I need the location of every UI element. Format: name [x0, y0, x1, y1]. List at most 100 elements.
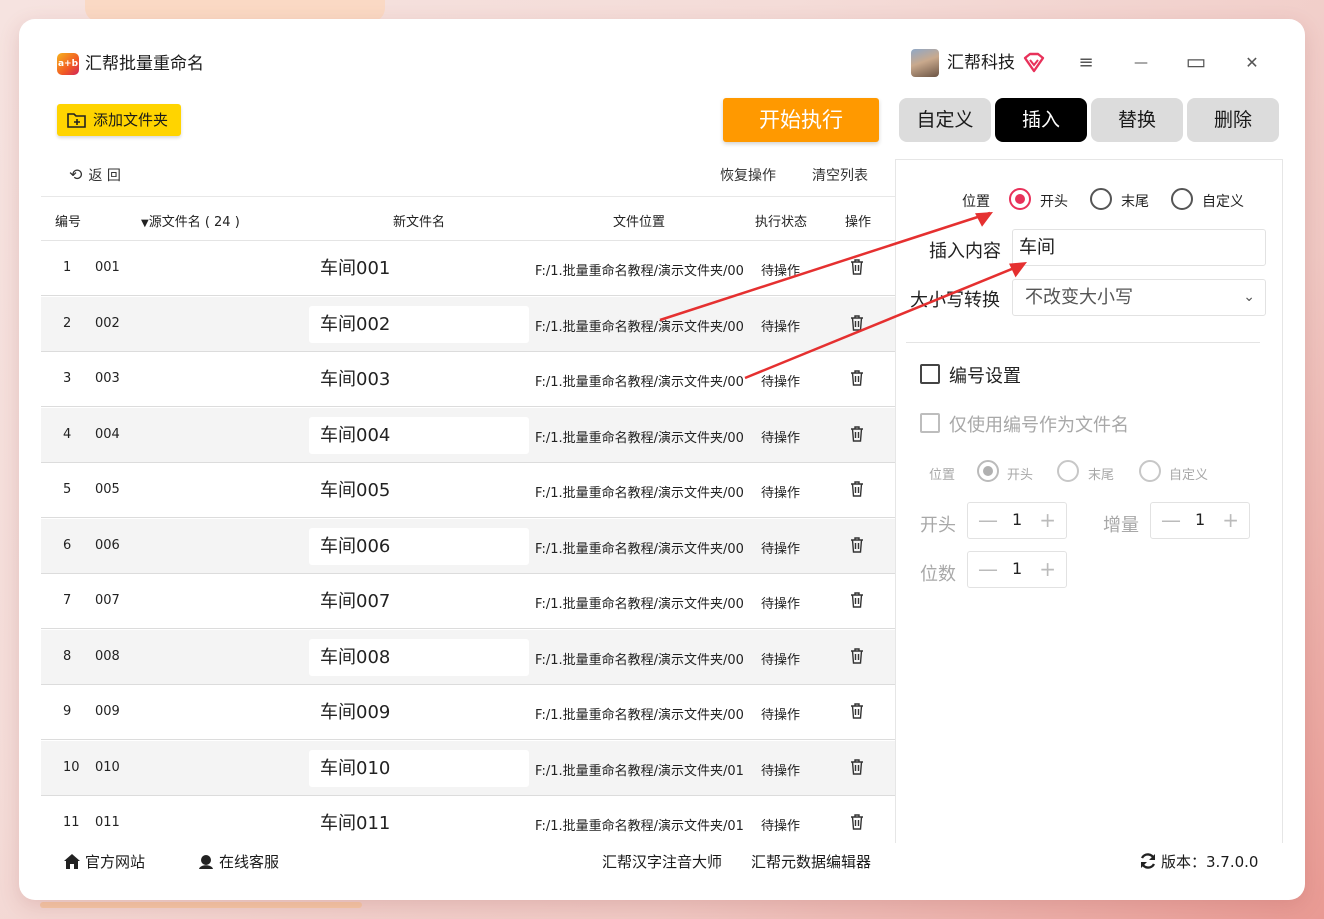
num-position-custom-radio[interactable] — [1139, 460, 1161, 482]
trash-icon[interactable] — [849, 591, 865, 609]
num-position-end-radio[interactable] — [1057, 460, 1079, 482]
table-row[interactable]: 1 001 车间001 F:/1.批量重命名教程/演示文件夹/00 待操作 — [41, 241, 895, 296]
insert-content-input[interactable]: 车间 — [1012, 229, 1266, 266]
digits-stepper[interactable]: — 1 + — [967, 551, 1067, 588]
footer-link-zhuyin[interactable]: 汇帮汉字注音大师 — [602, 851, 722, 873]
tab-custom[interactable]: 自定义 — [899, 98, 991, 142]
table-row[interactable]: 3 003 车间003 F:/1.批量重命名教程/演示文件夹/00 待操作 — [41, 352, 895, 407]
home-icon — [64, 854, 80, 869]
position-label: 位置 — [962, 194, 990, 210]
start-button[interactable]: 开始执行 — [723, 98, 879, 142]
trash-icon[interactable] — [849, 702, 865, 720]
position-start-radio[interactable] — [1009, 188, 1031, 210]
row-source-name: 004 — [95, 426, 120, 442]
table-row[interactable]: 8 008 车间008 F:/1.批量重命名教程/演示文件夹/00 待操作 — [41, 629, 895, 685]
case-select-value: 不改变大小写 — [1025, 287, 1133, 308]
tab-replace[interactable]: 替换 — [1091, 98, 1183, 142]
row-source-name: 006 — [95, 537, 120, 553]
header-location: 文件位置 — [613, 215, 666, 230]
row-new-name[interactable]: 车间010 — [309, 749, 529, 787]
back-button[interactable]: ⟲ 返 回 — [69, 165, 121, 186]
user-name[interactable]: 汇帮科技 — [947, 52, 1015, 74]
trash-icon[interactable] — [849, 258, 865, 276]
numbering-checkbox[interactable] — [920, 364, 940, 384]
support-link[interactable]: 在线客服 — [197, 851, 279, 873]
table-row[interactable]: 4 004 车间004 F:/1.批量重命名教程/演示文件夹/00 待操作 — [41, 407, 895, 463]
trash-icon[interactable] — [849, 536, 865, 554]
row-index: 5 — [63, 482, 72, 497]
num-position-start-radio[interactable] — [977, 460, 999, 482]
chevron-down-icon: ⌄ — [1243, 289, 1255, 305]
case-select[interactable]: 不改变大小写 ⌄ — [1012, 279, 1266, 316]
row-source-name: 011 — [95, 815, 120, 830]
back-arrow-icon: ⟲ — [69, 165, 83, 184]
row-new-name[interactable]: 车间002 — [309, 305, 529, 343]
row-new-name[interactable]: 车间006 — [309, 527, 529, 565]
header-new-name: 新文件名 — [393, 215, 446, 230]
trash-icon[interactable] — [849, 813, 865, 831]
increment-stepper[interactable]: — 1 + — [1150, 502, 1250, 539]
trash-icon[interactable] — [849, 425, 865, 443]
clear-list-button[interactable]: 清空列表 — [812, 165, 868, 185]
table-row[interactable]: 6 006 车间006 F:/1.批量重命名教程/演示文件夹/00 待操作 — [41, 518, 895, 574]
row-file-location: F:/1.批量重命名教程/演示文件夹/00 — [535, 319, 744, 335]
add-folder-button[interactable]: 添加文件夹 — [57, 104, 181, 136]
row-new-name[interactable]: 车间008 — [309, 638, 529, 676]
minus-icon[interactable]: — — [978, 508, 998, 532]
version-info[interactable]: 版本：3.7.0.0 — [1139, 851, 1258, 873]
plus-icon[interactable]: + — [1039, 557, 1056, 581]
website-link[interactable]: 官方网站 — [63, 851, 145, 873]
table-row[interactable]: 5 005 车间005 F:/1.批量重命名教程/演示文件夹/00 待操作 — [41, 463, 895, 518]
trash-icon[interactable] — [849, 647, 865, 665]
table-row[interactable]: 10 010 车间010 F:/1.批量重命名教程/演示文件夹/01 待操作 — [41, 740, 895, 796]
row-index: 7 — [63, 593, 72, 608]
num-position-custom-label: 自定义 — [1169, 468, 1209, 483]
footer-link-metadata[interactable]: 汇帮元数据编辑器 — [751, 851, 871, 873]
close-icon[interactable]: ✕ — [1241, 52, 1263, 74]
row-file-location: F:/1.批量重命名教程/演示文件夹/00 — [535, 375, 744, 390]
minus-icon[interactable]: — — [978, 557, 998, 581]
trash-icon[interactable] — [849, 480, 865, 498]
vip-diamond-icon[interactable] — [1022, 52, 1046, 74]
plus-icon[interactable]: + — [1039, 508, 1056, 532]
trash-icon[interactable] — [849, 758, 865, 776]
table-row[interactable]: 11 011 车间011 F:/1.批量重命名教程/演示文件夹/01 待操作 — [41, 796, 895, 841]
tab-delete[interactable]: 删除 — [1187, 98, 1279, 142]
add-folder-label: 添加文件夹 — [93, 111, 169, 129]
row-file-location: F:/1.批量重命名教程/演示文件夹/00 — [535, 708, 744, 723]
row-file-location: F:/1.批量重命名教程/演示文件夹/00 — [535, 264, 744, 279]
plus-icon[interactable]: + — [1222, 508, 1239, 532]
version-label: 版本：3.7.0.0 — [1161, 853, 1259, 871]
position-end-radio[interactable] — [1090, 188, 1112, 210]
menu-icon[interactable]: ≡ — [1075, 52, 1097, 74]
tab-insert[interactable]: 插入 — [995, 98, 1087, 142]
minimize-icon[interactable]: — — [1130, 52, 1152, 74]
trash-icon[interactable] — [849, 314, 865, 332]
user-avatar[interactable] — [911, 49, 939, 77]
row-new-name[interactable]: 车间001 — [309, 250, 529, 287]
start-number-stepper[interactable]: — 1 + — [967, 502, 1067, 539]
row-file-location: F:/1.批量重命名教程/演示文件夹/00 — [535, 486, 744, 501]
row-index: 11 — [63, 815, 80, 830]
app-window: a+b 汇帮批量重命名 汇帮科技 ≡ — ▭ ✕ 添加文件夹 开始执行 自定义 … — [19, 19, 1305, 900]
table-header: 编号 ▼源文件名 ( 24 ) 新文件名 文件位置 执行状态 操作 — [41, 199, 895, 241]
row-new-name[interactable]: 车间004 — [309, 416, 529, 454]
header-status: 执行状态 — [755, 215, 808, 230]
maximize-icon[interactable]: ▭ — [1185, 52, 1207, 74]
trash-icon[interactable] — [849, 369, 865, 387]
list-action-bar: ⟲ 返 回 恢复操作 清空列表 — [41, 159, 895, 197]
row-new-name[interactable]: 车间011 — [309, 805, 529, 841]
position-custom-radio[interactable] — [1171, 188, 1193, 210]
row-new-name[interactable]: 车间007 — [309, 583, 529, 620]
restore-button[interactable]: 恢复操作 — [720, 165, 776, 185]
header-source[interactable]: ▼源文件名 ( 24 ) — [141, 211, 240, 230]
row-new-name[interactable]: 车间009 — [309, 694, 529, 731]
table-row[interactable]: 7 007 车间007 F:/1.批量重命名教程/演示文件夹/00 待操作 — [41, 574, 895, 629]
numbering-only-checkbox[interactable] — [920, 413, 940, 433]
table-row[interactable]: 2 002 车间002 F:/1.批量重命名教程/演示文件夹/00 待操作 — [41, 296, 895, 352]
headset-icon — [199, 855, 213, 869]
table-row[interactable]: 9 009 车间009 F:/1.批量重命名教程/演示文件夹/00 待操作 — [41, 685, 895, 740]
minus-icon[interactable]: — — [1161, 508, 1181, 532]
row-new-name[interactable]: 车间003 — [309, 361, 529, 398]
row-new-name[interactable]: 车间005 — [309, 472, 529, 509]
